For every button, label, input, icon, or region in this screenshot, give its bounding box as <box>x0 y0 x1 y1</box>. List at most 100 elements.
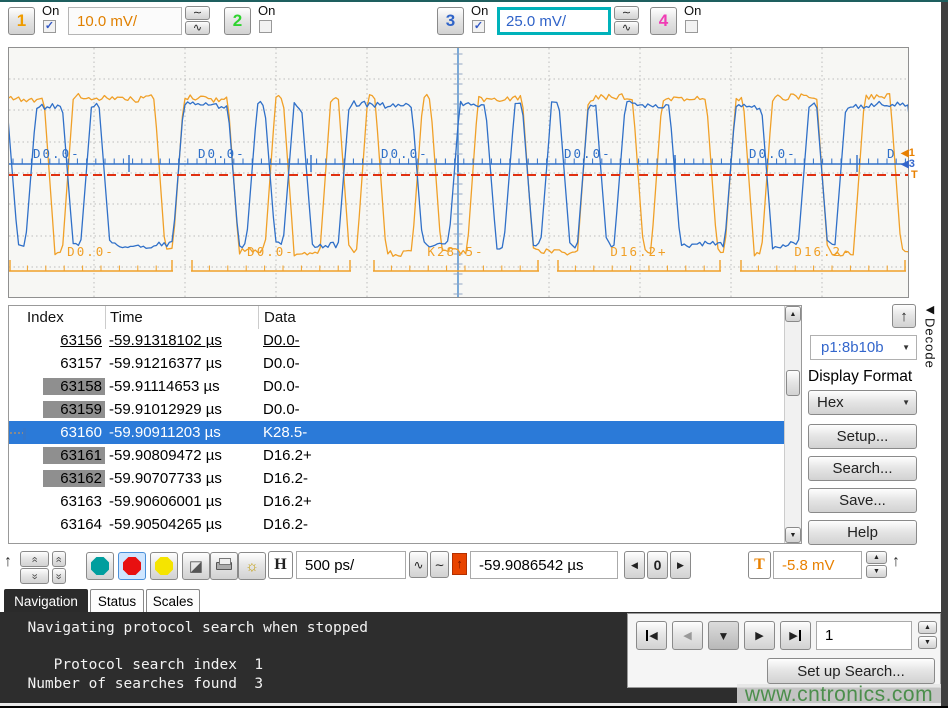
print-button[interactable] <box>210 552 238 580</box>
decode-source-select[interactable]: p1:8b10b▼ <box>810 335 917 360</box>
help-button[interactable]: Help <box>808 520 917 545</box>
scrollbar-thumb[interactable] <box>786 370 800 396</box>
tab-status[interactable]: Status <box>90 589 144 612</box>
chevron-double-down-icon[interactable]: » <box>52 568 66 584</box>
position-zero-button[interactable]: 0 <box>647 551 668 579</box>
channel-1-on-label: On <box>42 3 59 18</box>
nav-stop-button[interactable]: ▼ <box>708 621 739 650</box>
nav-next-button[interactable]: ▶ <box>744 621 775 650</box>
scale-up-icon[interactable]: ∼ <box>185 6 210 20</box>
scale-down-icon[interactable]: ∿ <box>614 21 639 35</box>
yellow-octagon-icon <box>155 557 173 575</box>
trigger-level-stepper: ▲ ▼ <box>866 551 887 579</box>
channel-2-button[interactable]: 2 <box>224 7 251 35</box>
trigger-edge-icon[interactable]: ↑ <box>452 553 467 575</box>
column-header-time[interactable]: Time <box>105 306 258 329</box>
status-tabs: Navigation Status Scales <box>0 589 941 612</box>
trigger-level-marker[interactable]: T <box>911 170 918 181</box>
column-header-index[interactable]: Index <box>9 309 105 326</box>
set-up-search-button[interactable]: Set up Search... <box>767 658 935 684</box>
timebase-coarse-icon[interactable]: ∼ <box>430 551 449 578</box>
chevron-double-up-icon[interactable]: « <box>20 551 49 567</box>
channel-bar: 1 On ✓ ∼ ∿ 2 On 3 On ✓ ∼ ∿ 4 On <box>0 2 941 47</box>
trigger-level-input[interactable] <box>773 551 862 579</box>
chevron-down-icon: ▼ <box>902 343 910 352</box>
nav-previous-button[interactable]: ◀ <box>672 621 703 650</box>
nav-first-button[interactable]: ◀ <box>636 621 667 650</box>
table-row[interactable]: 63158-59.91114653 µsD0.0- <box>9 375 785 398</box>
spin-down-icon[interactable]: ▼ <box>866 565 887 578</box>
horizontal-button[interactable]: H <box>268 551 293 579</box>
single-button[interactable] <box>150 552 178 580</box>
trigger-button[interactable]: T <box>748 551 771 579</box>
move-up-icon[interactable]: ↑ <box>892 553 900 571</box>
svg-text:D0.0-: D0.0- <box>67 244 115 259</box>
channel-1-button[interactable]: 1 <box>8 7 35 35</box>
scroll-up-icon[interactable]: ▲ <box>785 306 801 322</box>
screen-capture-button[interactable]: ◪ <box>182 552 210 580</box>
position-right-icon[interactable]: ▶ <box>670 551 691 579</box>
svg-text:D0.0-: D0.0- <box>247 244 295 259</box>
stop-button[interactable] <box>118 552 146 580</box>
oscilloscope-window: 1 On ✓ ∼ ∿ 2 On 3 On ✓ ∼ ∿ 4 On <box>0 0 948 708</box>
waveform-svg: D0.0-D0.0-D0.0-D0.0-D0.0-DD0.0-D0.0-K28.… <box>9 48 908 297</box>
channel-3-scale-input[interactable] <box>497 7 611 35</box>
table-row[interactable]: 63159-59.91012929 µsD0.0- <box>9 398 785 421</box>
channel-3-on-checkbox[interactable]: ✓ <box>472 20 485 33</box>
table-row[interactable]: 63162-59.90707733 µsD16.2- <box>9 467 785 490</box>
channel-2-on-checkbox[interactable] <box>259 20 272 33</box>
run-button[interactable] <box>86 552 114 580</box>
svg-text:D0.0-: D0.0- <box>198 146 246 161</box>
table-row-selected[interactable]: 63160-59.90911203 µsK28.5- <box>9 421 785 444</box>
setup-button[interactable]: Setup... <box>808 424 917 449</box>
channel-3-button[interactable]: 3 <box>437 7 464 35</box>
screen-icon: ◪ <box>189 557 203 575</box>
spin-down-icon[interactable]: ▼ <box>918 636 937 649</box>
table-row[interactable]: 63164-59.90504265 µsD16.2- <box>9 513 785 536</box>
chevron-double-down-icon[interactable]: » <box>20 568 49 584</box>
table-row[interactable]: 63157-59.91216377 µsD0.0- <box>9 352 785 375</box>
decode-tab[interactable]: ◀ Decode <box>919 303 941 399</box>
spin-up-icon[interactable]: ▲ <box>918 621 937 634</box>
save-button[interactable]: Save... <box>808 488 917 513</box>
tab-scales[interactable]: Scales <box>146 589 200 612</box>
display-settings-button[interactable]: ☼ <box>238 552 266 580</box>
position-left-icon[interactable]: ◀ <box>624 551 645 579</box>
display-format-select[interactable]: Hex▼ <box>808 390 917 415</box>
scale-up-icon[interactable]: ∼ <box>614 6 639 20</box>
column-header-data[interactable]: Data <box>258 306 801 329</box>
timebase-fine-icon[interactable]: ∿ <box>409 551 428 578</box>
svg-text:D0.0-: D0.0- <box>749 146 797 161</box>
svg-text:D0.0-: D0.0- <box>33 146 81 161</box>
search-index-input[interactable] <box>816 621 912 650</box>
svg-text:D0.0-: D0.0- <box>381 146 429 161</box>
search-button[interactable]: Search... <box>808 456 917 481</box>
chevron-double-up-icon[interactable]: « <box>52 551 66 567</box>
svg-text:D16.2+: D16.2+ <box>610 244 667 259</box>
scale-down-icon[interactable]: ∿ <box>185 21 210 35</box>
table-row[interactable]: 63156-59.91318102 µsD0.0- <box>9 329 785 352</box>
move-up-icon[interactable]: ↑ <box>4 553 12 571</box>
channel-4-button[interactable]: 4 <box>650 7 677 35</box>
channel-1-on-checkbox[interactable]: ✓ <box>43 20 56 33</box>
left-arrow-icon: ◀ <box>901 148 909 159</box>
svg-text:D: D <box>887 146 897 161</box>
display-format-label: Display Format <box>808 368 912 386</box>
spin-up-icon[interactable]: ▲ <box>866 551 887 564</box>
timebase-input[interactable] <box>296 551 406 579</box>
printer-icon <box>216 562 232 570</box>
table-row[interactable]: 63163-59.90606001 µsD16.2+ <box>9 490 785 513</box>
waveform-display[interactable]: D0.0-D0.0-D0.0-D0.0-D0.0-DD0.0-D0.0-K28.… <box>8 47 909 298</box>
tab-navigation[interactable]: Navigation <box>4 589 88 612</box>
channel-1-scale-steppers: ∼ ∿ <box>185 6 210 36</box>
table-row[interactable]: 63161-59.90809472 µsD16.2+ <box>9 444 785 467</box>
channel-1-scale-input[interactable] <box>68 7 182 35</box>
first-icon <box>646 630 648 641</box>
scroll-down-icon[interactable]: ▼ <box>785 527 801 543</box>
nav-last-button[interactable]: ▶ <box>780 621 811 650</box>
teal-octagon-icon <box>91 557 109 575</box>
channel-4-on-checkbox[interactable] <box>685 20 698 33</box>
collapse-up-icon[interactable]: ↑ <box>892 304 916 328</box>
horizontal-position-input[interactable] <box>470 551 618 579</box>
table-scrollbar[interactable]: ▲ ▼ <box>784 306 801 543</box>
